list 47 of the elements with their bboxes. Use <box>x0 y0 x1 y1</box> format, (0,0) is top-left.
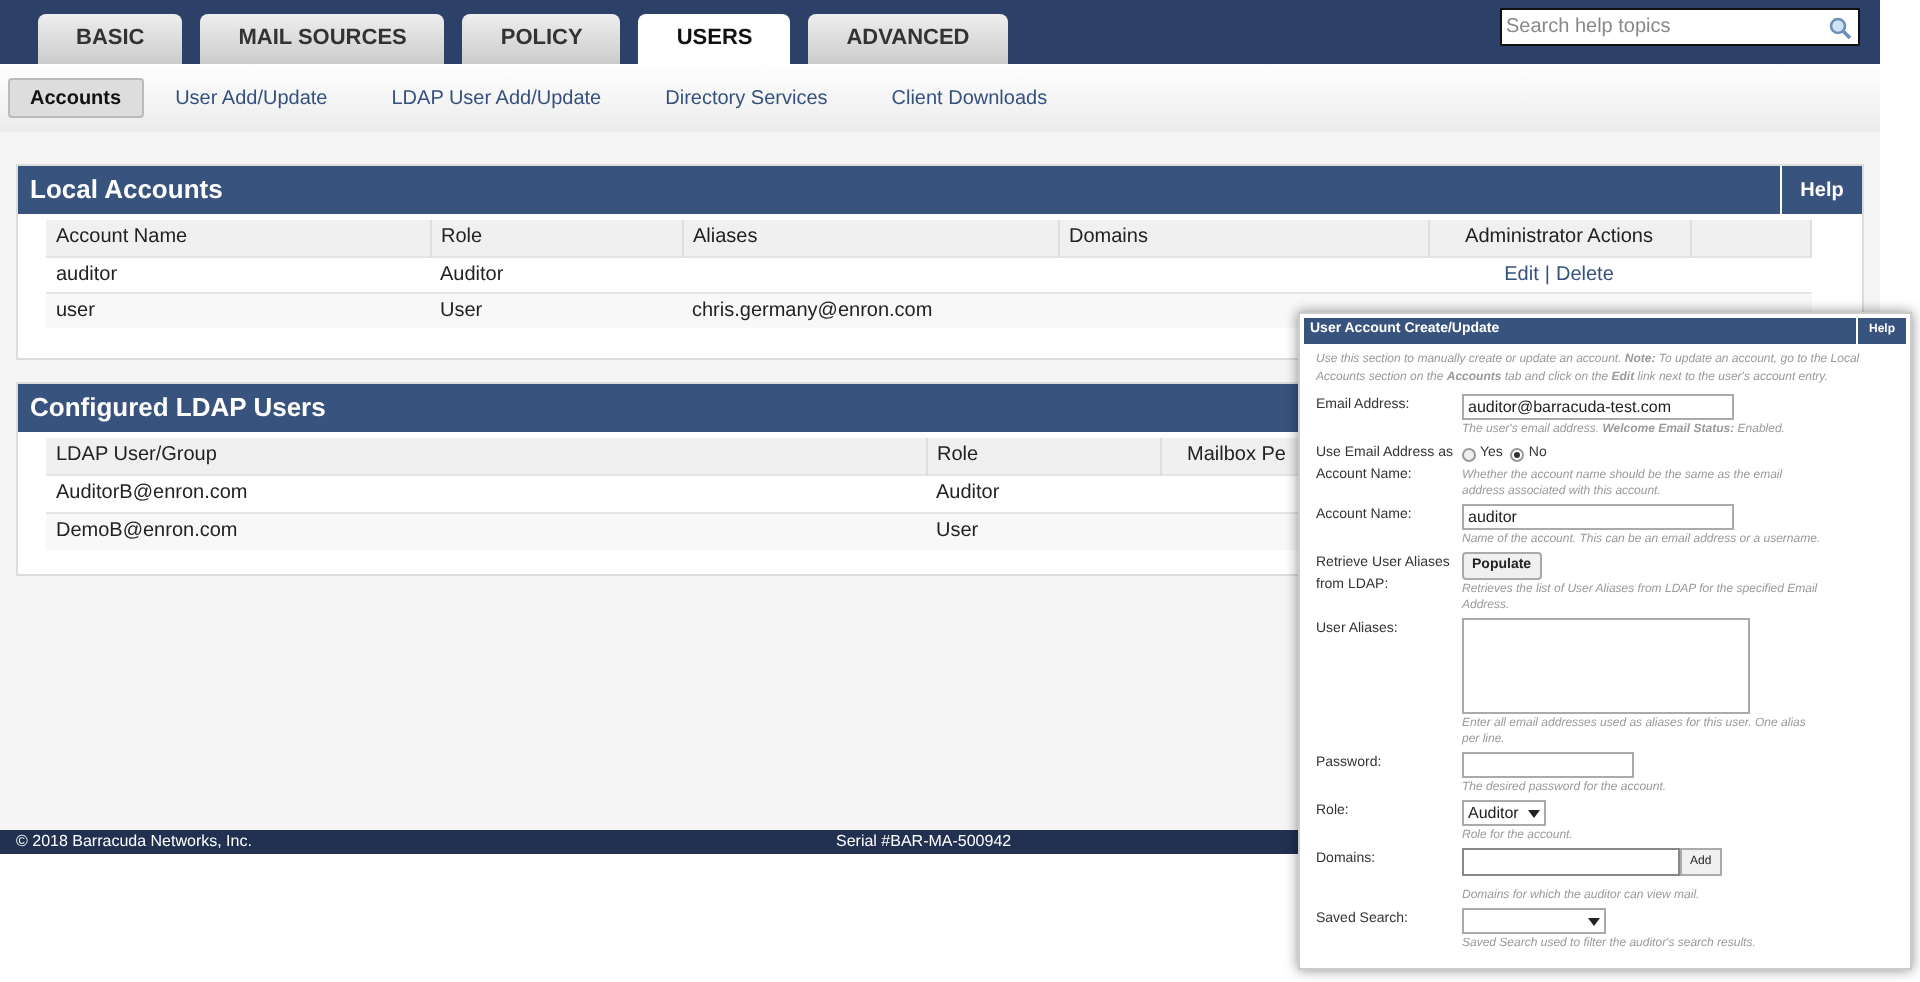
text-field[interactable]: auditor <box>1462 504 1734 530</box>
caret-icon <box>1588 917 1600 925</box>
nav-tab[interactable]: POLICY <box>462 14 621 64</box>
select-field[interactable] <box>1462 908 1606 934</box>
column-header: Domains <box>1058 220 1428 256</box>
nav-tab[interactable]: MAIL SOURCES <box>200 14 445 64</box>
table-cell: User <box>936 520 979 543</box>
panel-title: Configured LDAP Users <box>28 390 326 427</box>
sub-tab[interactable]: Accounts <box>8 78 144 118</box>
table-cell: chris.germany@enron.com <box>692 299 933 322</box>
column-header: Role <box>926 438 1160 474</box>
sub-tab[interactable]: Client Downloads <box>871 78 1068 118</box>
table-cell: User <box>440 299 483 322</box>
radio-button[interactable] <box>1510 447 1525 461</box>
nav-tab[interactable]: ADVANCED <box>808 14 1008 64</box>
table-cell: DemoB@enron.com <box>56 520 238 543</box>
column-header: Administrator Actions <box>1428 220 1690 256</box>
table-cell: auditor <box>56 263 118 285</box>
serial-number: Serial #BAR-MA-500942 <box>836 830 1012 854</box>
column-header: Aliases <box>682 220 1058 256</box>
password-field[interactable] <box>1462 752 1634 778</box>
caret-icon <box>1528 809 1540 817</box>
domain-field[interactable] <box>1462 848 1680 876</box>
aliases-field[interactable] <box>1462 618 1750 714</box>
sub-tab[interactable]: User Add/Update <box>155 78 348 118</box>
table-cell: Auditor <box>936 482 1000 504</box>
column-header: Role <box>430 220 682 256</box>
radio-button[interactable] <box>1462 447 1476 461</box>
select-field[interactable]: Auditor <box>1462 800 1546 826</box>
sub-tab[interactable]: Directory Services <box>645 78 848 118</box>
table-cell: user <box>56 299 95 322</box>
text-field[interactable]: auditor@barracuda-test.com <box>1462 394 1734 420</box>
table-cell: AuditorB@enron.com <box>56 482 248 504</box>
help-button[interactable]: Help <box>1780 166 1862 214</box>
nav-tab[interactable]: BASIC <box>38 14 183 64</box>
column-header: LDAP User/Group <box>46 438 926 474</box>
table-cell: Auditor <box>440 263 504 285</box>
separator: | <box>1544 263 1550 285</box>
panel-title: Local Accounts <box>28 172 225 209</box>
nav-tab[interactable]: USERS <box>638 14 791 64</box>
edit-link[interactable]: Edit <box>1504 263 1539 285</box>
column-header: Account Name <box>46 220 430 256</box>
delete-link[interactable]: Delete <box>1555 263 1614 285</box>
search-field[interactable]: Search help topics <box>1500 8 1860 46</box>
copyright: © 2018 Barracuda Networks, Inc. <box>16 830 254 854</box>
sub-tab[interactable]: LDAP User Add/Update <box>371 78 622 118</box>
search-icon[interactable] <box>1828 16 1852 40</box>
